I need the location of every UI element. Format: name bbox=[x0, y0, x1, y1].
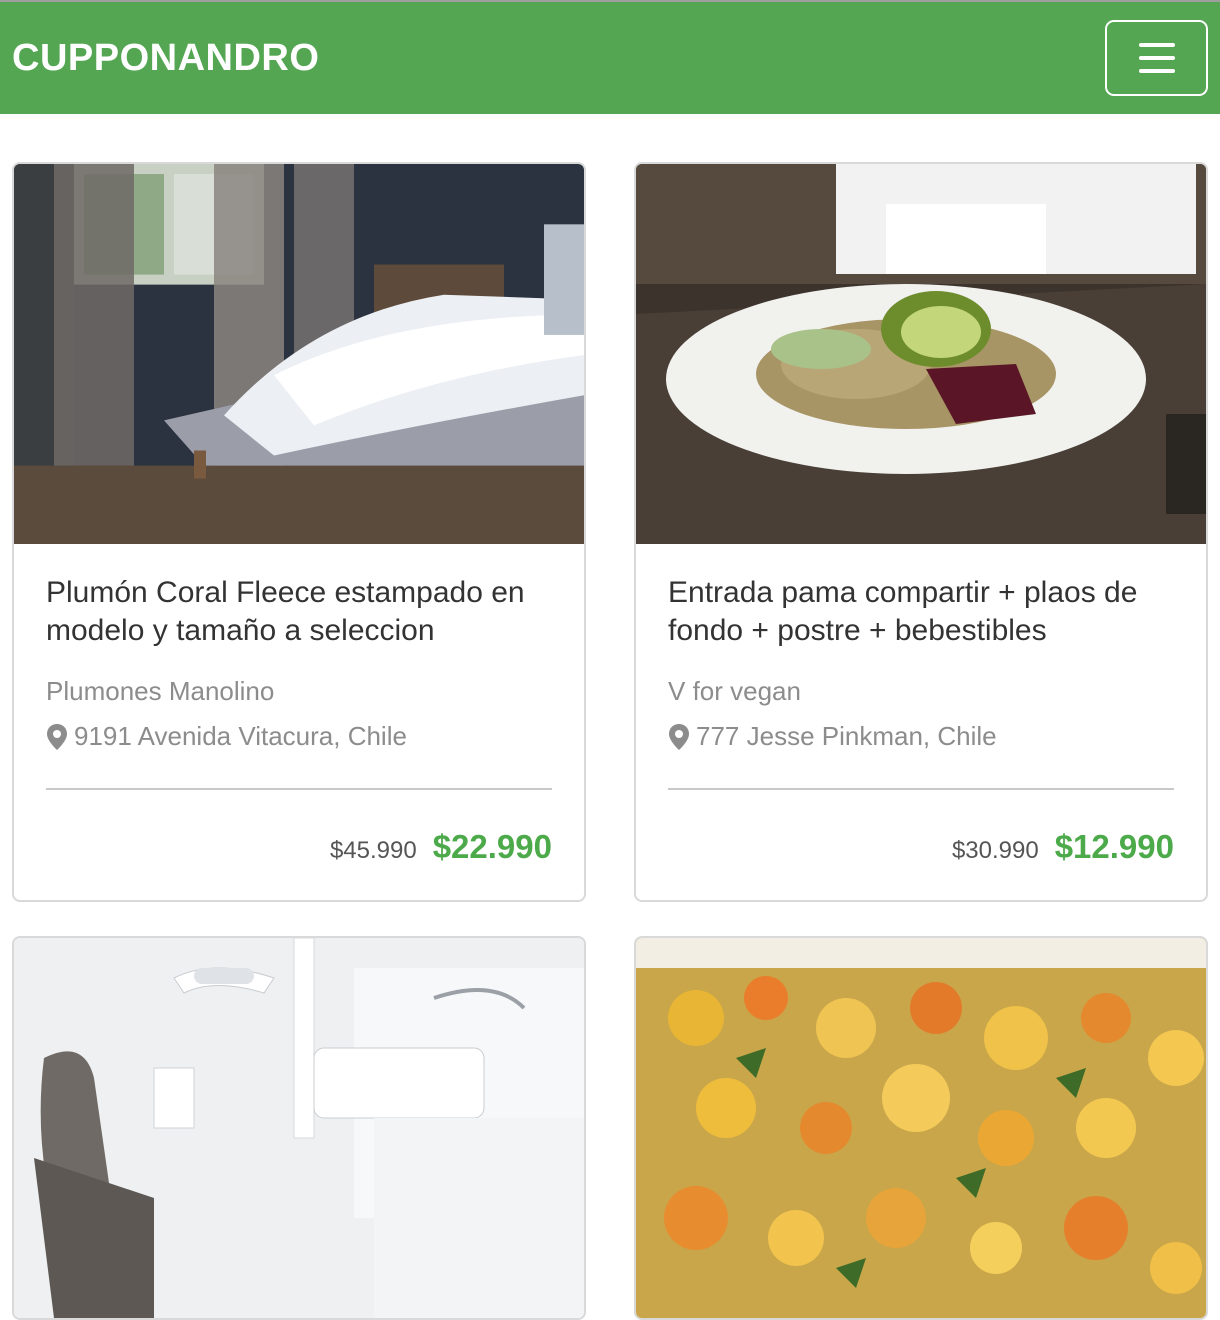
menu-toggle-button[interactable] bbox=[1105, 20, 1208, 96]
deal-title[interactable]: Plumón Coral Fleece estampado en modelo … bbox=[46, 574, 552, 650]
hamburger-icon bbox=[1138, 43, 1175, 73]
deal-card[interactable] bbox=[12, 936, 586, 1320]
divider bbox=[46, 788, 552, 790]
location-text: 9191 Avenida Vitacura, Chile bbox=[74, 721, 407, 751]
map-pin-icon bbox=[669, 723, 689, 750]
price-row: $45.990 $22.990 bbox=[46, 828, 552, 866]
discount-price: $22.990 bbox=[432, 828, 552, 865]
merchant-name: V for vegan bbox=[668, 676, 801, 706]
original-price: $30.990 bbox=[951, 837, 1039, 864]
stew-photo bbox=[636, 938, 1206, 1318]
deal-card[interactable]: Plumón Coral Fleece estampado en modelo … bbox=[12, 162, 586, 902]
deals-grid: Plumón Coral Fleece estampado en modelo … bbox=[12, 162, 1208, 1320]
salad-bowl-photo bbox=[636, 164, 1206, 544]
navbar: CUPPONANDRO bbox=[0, 2, 1220, 114]
deal-card[interactable]: Entrada pama compartir + plaos de fondo … bbox=[634, 162, 1208, 902]
deal-card[interactable] bbox=[634, 936, 1208, 1320]
brand-logo[interactable]: CUPPONANDRO bbox=[12, 37, 319, 80]
merchant-name: Plumones Manolino bbox=[46, 676, 275, 706]
deal-title[interactable]: Entrada pama compartir + plaos de fondo … bbox=[668, 574, 1174, 650]
bedroom-photo bbox=[14, 164, 584, 544]
location-text: 777 Jesse Pinkman, Chile bbox=[696, 721, 997, 751]
divider bbox=[668, 788, 1174, 790]
dental-clinic-photo bbox=[14, 938, 584, 1318]
map-pin-icon bbox=[47, 723, 67, 750]
original-price: $45.990 bbox=[329, 837, 417, 864]
discount-price: $12.990 bbox=[1054, 828, 1174, 865]
deal-location: 9191 Avenida Vitacura, Chile bbox=[46, 721, 552, 752]
deal-location: 777 Jesse Pinkman, Chile bbox=[668, 721, 1174, 752]
price-row: $30.990 $12.990 bbox=[668, 828, 1174, 866]
